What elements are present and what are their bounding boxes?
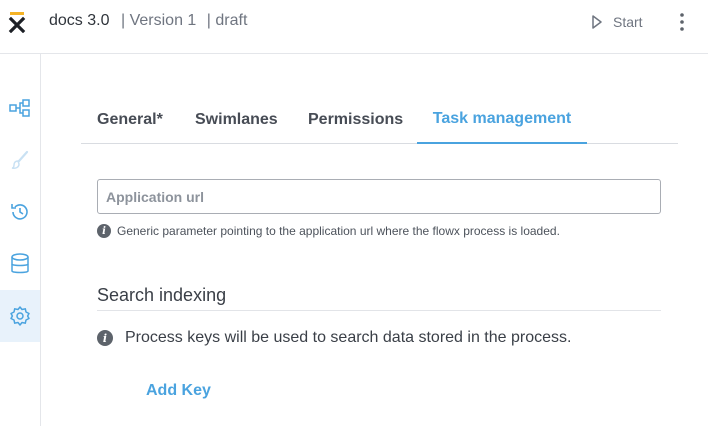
- process-flow-icon: [9, 99, 30, 117]
- settings-tabs: General* Swimlanes Permissions Task mana…: [81, 96, 678, 144]
- gear-icon: [10, 306, 30, 326]
- application-url-hint: i Generic parameter pointing to the appl…: [97, 224, 560, 238]
- tab-permissions[interactable]: Permissions: [308, 96, 403, 144]
- search-indexing-title: Search indexing: [97, 285, 227, 305]
- section-divider: [97, 310, 661, 311]
- tab-task-management[interactable]: Task management: [417, 96, 587, 144]
- tab-swimlanes[interactable]: Swimlanes: [195, 96, 278, 144]
- sidebar-item-settings[interactable]: [0, 290, 40, 342]
- search-indexing-info-text: Process keys will be used to search data…: [125, 329, 572, 346]
- start-button[interactable]: Start: [591, 12, 643, 32]
- sidebar-item-history[interactable]: [0, 186, 40, 238]
- brush-icon: [11, 150, 29, 169]
- history-icon: [11, 204, 28, 220]
- status-label: | draft: [206, 12, 248, 29]
- sidebar-item-process[interactable]: [0, 82, 40, 134]
- info-icon: i: [97, 224, 111, 238]
- start-label: Start: [613, 14, 643, 30]
- tab-general[interactable]: General*: [97, 96, 163, 144]
- top-bar: docs 3.0 | Version 1 | draft Start: [0, 0, 708, 54]
- add-key-button[interactable]: Add Key: [146, 382, 211, 400]
- application-url-input[interactable]: [97, 179, 661, 214]
- play-icon: [592, 15, 602, 29]
- hint-text: Generic parameter pointing to the applic…: [117, 224, 560, 238]
- flowx-logo-icon: [8, 12, 26, 33]
- search-indexing-info: i Process keys will be used to search da…: [97, 329, 571, 347]
- more-options-icon[interactable]: [672, 11, 692, 33]
- info-icon: i: [97, 330, 113, 346]
- app-title: docs 3.0: [49, 12, 110, 29]
- sidebar-item-data-model[interactable]: [0, 238, 40, 290]
- sidebar-item-theme[interactable]: [0, 134, 40, 186]
- process-meta: | Version 1 | draft: [121, 12, 253, 30]
- sidebar: [0, 54, 41, 426]
- database-icon: [11, 253, 29, 274]
- version-label: | Version 1: [121, 12, 197, 29]
